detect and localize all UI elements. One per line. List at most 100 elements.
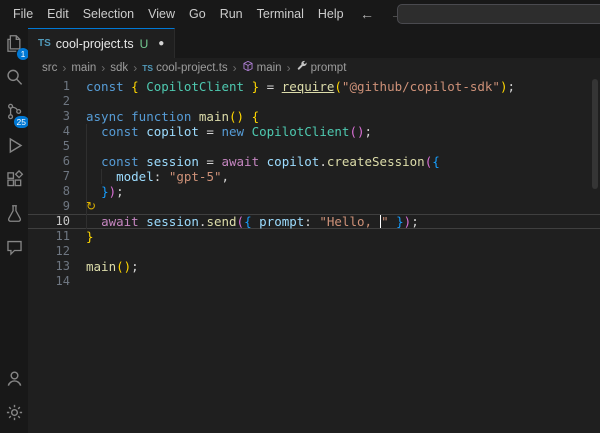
code-token: } [86, 229, 94, 244]
menu-terminal[interactable]: Terminal [250, 7, 311, 21]
code-token: , [222, 169, 230, 184]
code-token: = [259, 79, 282, 94]
scrollbar-thumb[interactable] [592, 79, 598, 189]
menu-go[interactable]: Go [182, 7, 213, 21]
menu-view[interactable]: View [141, 7, 182, 21]
typescript-file-icon: TS [38, 38, 51, 49]
back-icon[interactable]: ← [360, 6, 374, 22]
code-content: main(); [70, 259, 600, 274]
line-number[interactable]: 4 [28, 124, 70, 139]
breadcrumb-label: src [42, 62, 57, 74]
code-token: "@github/copilot-sdk" [342, 79, 500, 94]
activity-bar-search[interactable] [2, 68, 26, 92]
code-line-4[interactable]: 4 const copilot = new CopilotClient(); [28, 124, 600, 139]
code-line-13[interactable]: 13main(); [28, 259, 600, 274]
code-content: const session = await copilot.createSess… [70, 154, 600, 169]
line-number[interactable]: 3 [28, 109, 70, 124]
code-token: . [319, 154, 327, 169]
code-line-6[interactable]: 6 const session = await copilot.createSe… [28, 154, 600, 169]
code-line-10[interactable]: 10 await session.send({ prompt: "Hello, … [28, 214, 600, 229]
code-line-5[interactable]: 5 [28, 139, 600, 154]
activity-bar-source-control[interactable]: 25 [2, 102, 26, 126]
code-content [70, 139, 600, 154]
activity-bar-settings[interactable] [2, 403, 26, 427]
tab-cool-project[interactable]: TS cool-project.ts U ● [28, 28, 175, 58]
code-token: ; [131, 259, 139, 274]
menu-run[interactable]: Run [213, 7, 250, 21]
unsaved-dot-icon[interactable]: ● [158, 38, 164, 49]
indent-guide [86, 169, 87, 184]
activity-bar-extensions[interactable] [2, 170, 26, 194]
code-token: } [396, 214, 404, 229]
code-action-icon[interactable]: ↻ [86, 199, 96, 214]
line-number[interactable]: 8 [28, 184, 70, 199]
line-number[interactable]: 1 [28, 79, 70, 94]
chat-icon [5, 238, 24, 262]
code-token: " [381, 214, 389, 229]
menu-edit[interactable]: Edit [40, 7, 76, 21]
code-token [244, 109, 252, 124]
code-line-12[interactable]: 12 [28, 244, 600, 259]
breadcrumb-item-prompt[interactable]: prompt [296, 60, 347, 75]
menu-help[interactable]: Help [311, 7, 351, 21]
line-number[interactable]: 10 [28, 214, 70, 229]
code-token: ( [116, 259, 124, 274]
code-editor[interactable]: 1const { CopilotClient } = require("@git… [28, 77, 600, 433]
breadcrumb-item-src[interactable]: src [42, 62, 57, 74]
code-line-3[interactable]: 3async function main() { [28, 109, 600, 124]
code-content: } [70, 229, 600, 244]
code-line-9[interactable]: 9↻ [28, 199, 600, 214]
code-token [389, 214, 397, 229]
code-line-7[interactable]: 7 model: "gpt-5", [28, 169, 600, 184]
code-token [86, 124, 101, 139]
menu-selection[interactable]: Selection [76, 7, 141, 21]
vertical-scrollbar[interactable] [590, 77, 600, 433]
activity-bar-explorer[interactable]: 1 [2, 34, 26, 58]
indent-guide [86, 214, 87, 229]
breadcrumb-separator: › [287, 61, 291, 75]
breadcrumb-item-sdk[interactable]: sdk [110, 62, 128, 74]
activity-bar-testing[interactable] [2, 204, 26, 228]
code-token: ( [349, 124, 357, 139]
line-number[interactable]: 5 [28, 139, 70, 154]
code-token: ; [411, 214, 419, 229]
line-number[interactable]: 6 [28, 154, 70, 169]
wrench-icon [296, 60, 308, 75]
code-line-2[interactable]: 2 [28, 94, 600, 109]
breadcrumb-item-main[interactable]: main [71, 62, 96, 74]
activity-bar-account[interactable] [2, 369, 26, 393]
indent-guide [86, 139, 87, 154]
activity-bar-chat[interactable] [2, 238, 26, 262]
breadcrumb-label: prompt [311, 62, 347, 74]
editor-group: TS cool-project.ts U ● src›main›sdk›TSco… [28, 28, 600, 433]
activity-bar: 1 25 [0, 28, 28, 433]
code-line-11[interactable]: 11} [28, 229, 600, 244]
code-token: model [116, 169, 154, 184]
code-line-8[interactable]: 8 }); [28, 184, 600, 199]
indent-guide [101, 169, 102, 184]
breadcrumb-item-main[interactable]: main [242, 60, 282, 75]
code-line-1[interactable]: 1const { CopilotClient } = require("@git… [28, 79, 600, 94]
line-number[interactable]: 11 [28, 229, 70, 244]
code-token: const [101, 154, 146, 169]
line-number[interactable]: 12 [28, 244, 70, 259]
code-token: prompt [259, 214, 304, 229]
line-number[interactable]: 9 [28, 199, 70, 214]
code-token [86, 184, 101, 199]
command-center[interactable] [397, 4, 600, 24]
line-number[interactable]: 7 [28, 169, 70, 184]
code-token [86, 154, 101, 169]
code-token: await [221, 154, 266, 169]
breadcrumb-item-cool-project-ts[interactable]: TScool-project.ts [142, 62, 227, 74]
line-number[interactable]: 14 [28, 274, 70, 289]
line-number[interactable]: 13 [28, 259, 70, 274]
line-number[interactable]: 2 [28, 94, 70, 109]
account-icon [5, 369, 24, 393]
code-token: send [206, 214, 236, 229]
activity-bar-run-debug[interactable] [2, 136, 26, 160]
breadcrumb-label: cool-project.ts [156, 62, 228, 74]
run-debug-icon [5, 136, 24, 160]
code-token: ) [237, 109, 245, 124]
code-line-14[interactable]: 14 [28, 274, 600, 289]
menu-file[interactable]: File [6, 7, 40, 21]
